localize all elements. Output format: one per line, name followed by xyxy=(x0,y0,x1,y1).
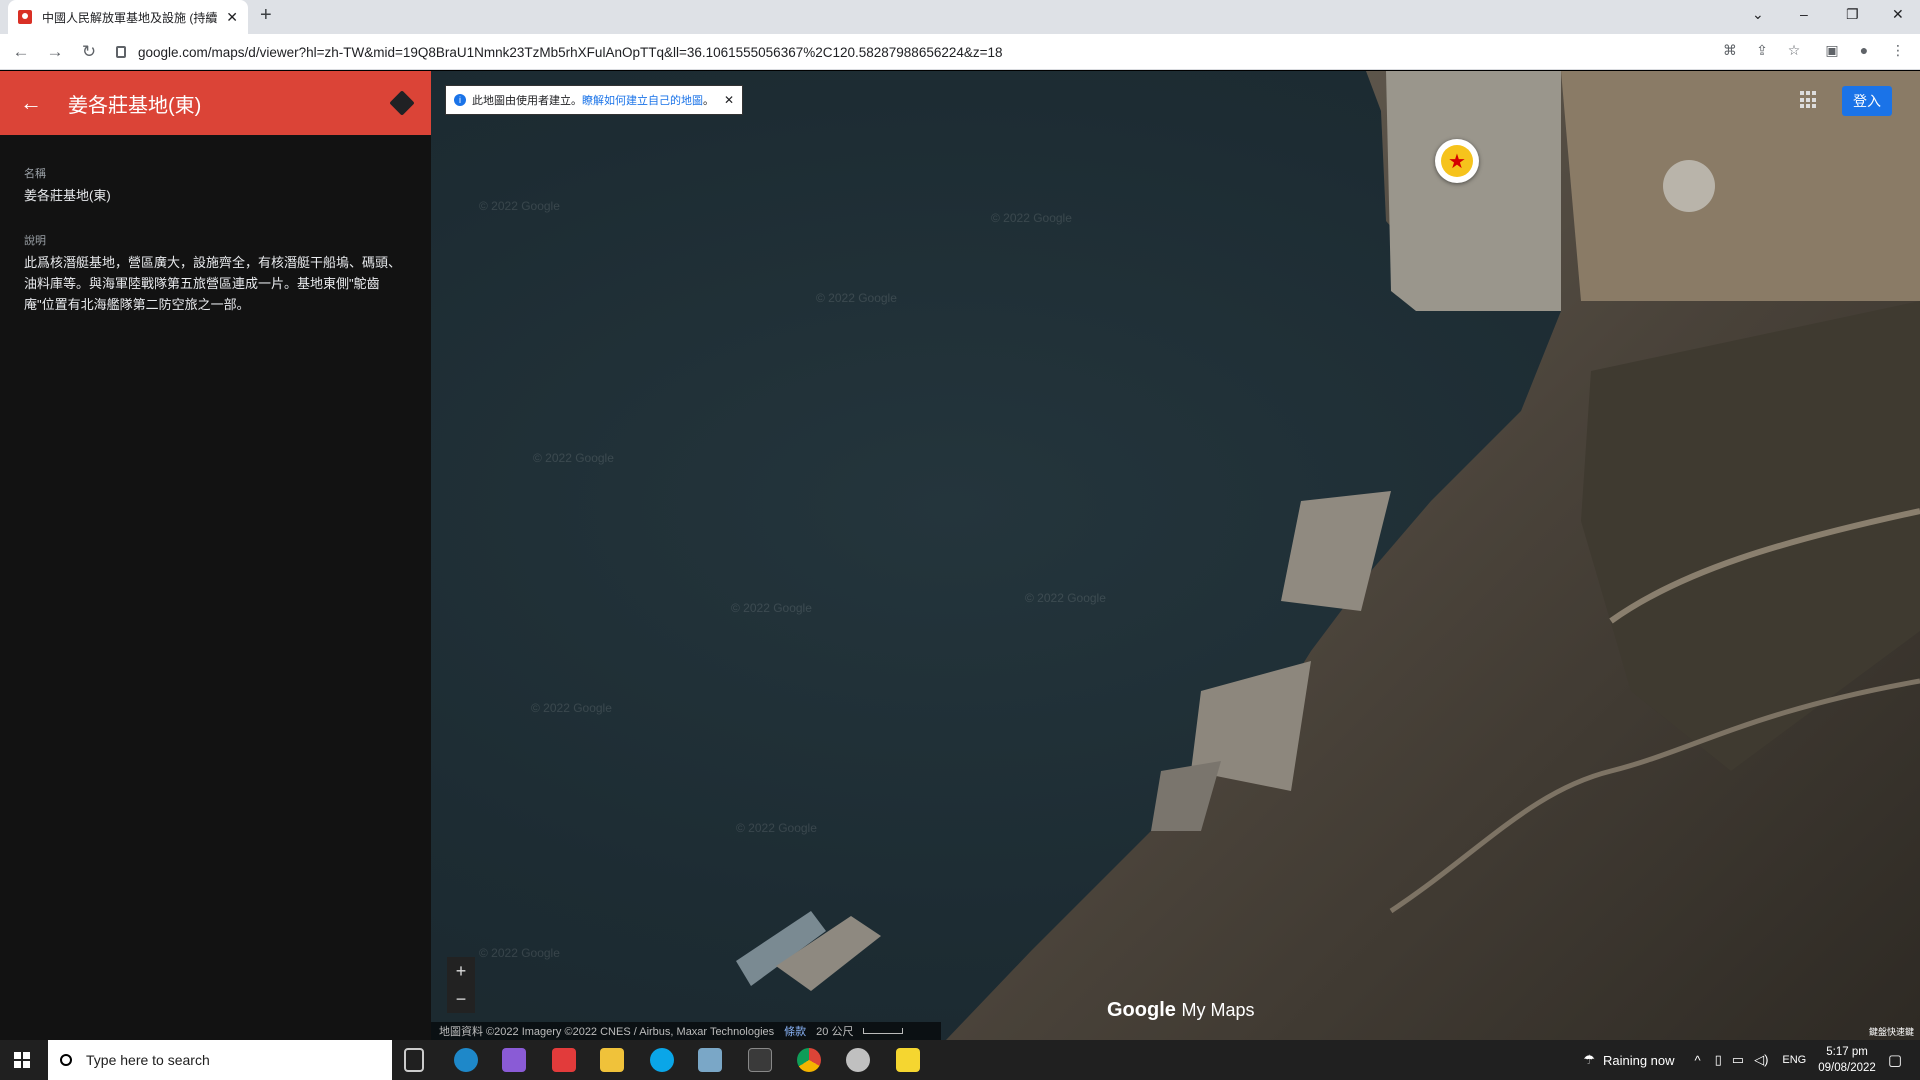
forward-button[interactable]: → xyxy=(42,42,68,62)
back-button[interactable]: ← xyxy=(8,42,34,62)
scale-label[interactable]: 20 公尺 xyxy=(816,1023,853,1039)
snipping-tool-icon[interactable] xyxy=(846,1048,870,1072)
share-icon[interactable]: ⇪ xyxy=(1754,42,1770,58)
zoom-in-button[interactable]: + xyxy=(447,957,475,985)
task-view-icon[interactable] xyxy=(404,1048,424,1072)
show-hidden-icons-icon[interactable]: ^ xyxy=(1695,1053,1701,1068)
google-my-maps-logo: Google My Maps xyxy=(1107,999,1254,1022)
close-notice-icon[interactable]: ✕ xyxy=(724,93,734,107)
reload-button[interactable]: ↻ xyxy=(76,42,102,62)
input-language[interactable]: ENG xyxy=(1782,1054,1806,1066)
maps-favicon-icon xyxy=(18,10,32,24)
close-tab-icon[interactable]: ✕ xyxy=(226,9,238,26)
pla-star-icon: ★ xyxy=(1441,145,1473,177)
system-tray: ☂ Raining now ^ ▯ ▭ ◁) ENG 5:17 pm 09/08… xyxy=(1583,1040,1920,1080)
scale-bar xyxy=(863,1028,904,1034)
name-value: 姜各莊基地(東) xyxy=(24,188,111,203)
chrome-icon[interactable] xyxy=(797,1048,821,1072)
panel-header: ← 姜各莊基地(東) xyxy=(0,71,431,135)
taskbar-search-box[interactable]: Type here to search xyxy=(48,1040,392,1080)
watermark: © 2022 Google xyxy=(1025,591,1106,605)
address-bar[interactable]: google.com/maps/d/viewer?hl=zh-TW&mid=19… xyxy=(108,37,1708,67)
map-marker-pin[interactable]: ★ xyxy=(1435,139,1479,183)
new-tab-button[interactable]: + xyxy=(260,4,272,27)
battery-icon[interactable]: ▯ xyxy=(1715,1052,1722,1068)
watermark: © 2022 Google xyxy=(533,451,614,465)
sidepanel-icon[interactable]: ▣ xyxy=(1824,42,1840,58)
bookmark-star-icon[interactable]: ☆ xyxy=(1786,42,1802,58)
zoom-control: + − xyxy=(447,957,475,1013)
windows-taskbar: Type here to search ☂ Raining now ^ ▯ ▭ … xyxy=(0,1040,1920,1080)
directions-icon[interactable] xyxy=(389,90,415,116)
menu-kebab-icon[interactable]: ⋮ xyxy=(1890,42,1906,58)
browser-toolbar: ← → ↻ google.com/maps/d/viewer?hl=zh-TW&… xyxy=(0,34,1920,70)
volume-icon[interactable]: ◁) xyxy=(1754,1052,1768,1068)
search-icon xyxy=(60,1054,72,1066)
notifications-icon[interactable]: ▢ xyxy=(1888,1051,1902,1069)
search-placeholder: Type here to search xyxy=(86,1052,210,1068)
clock-time: 5:17 pm xyxy=(1826,1046,1868,1058)
keyboard-shortcuts-link[interactable]: 鍵盤快速鍵 xyxy=(1869,1025,1914,1038)
notice-text: 此地圖由使用者建立。 xyxy=(472,95,582,107)
browser-tab[interactable]: 中國人民解放軍基地及設施 (持續 ✕ xyxy=(8,0,248,34)
sign-in-button[interactable]: 登入 xyxy=(1842,86,1892,116)
info-icon: i xyxy=(454,94,466,106)
minimize-button[interactable]: – xyxy=(1800,6,1808,22)
close-window-button[interactable]: ✕ xyxy=(1892,6,1904,23)
weather-text[interactable]: Raining now xyxy=(1603,1053,1675,1068)
attribution-text: 地圖資料 ©2022 Imagery ©2022 CNES / Airbus, … xyxy=(439,1026,775,1038)
learn-create-map-link[interactable]: 瞭解如何建立自己的地圖 xyxy=(582,92,703,108)
translate-icon[interactable]: ⌘ xyxy=(1722,42,1738,58)
user-map-notice: i 此地圖由使用者建立。 瞭解如何建立自己的地圖 。 ✕ xyxy=(445,85,744,115)
edge-icon[interactable] xyxy=(454,1048,478,1072)
feature-info-panel: ← 姜各莊基地(東) 名稱 姜各莊基地(東) 說明 此爲核潛艇基地，營區廣大，設… xyxy=(0,71,431,1040)
file-explorer-icon[interactable] xyxy=(600,1048,624,1072)
start-button[interactable] xyxy=(14,1052,30,1068)
network-icon[interactable]: ▭ xyxy=(1732,1052,1744,1068)
tab-title: 中國人民解放軍基地及設施 (持續 xyxy=(42,10,218,25)
sticky-notes-icon[interactable] xyxy=(896,1048,920,1072)
tab-search-icon[interactable]: ⌄ xyxy=(1752,6,1764,23)
logo-mymaps-text: My Maps xyxy=(1181,1000,1255,1020)
watermark: © 2022 Google xyxy=(479,199,560,213)
notice-text-end: 。 xyxy=(703,95,714,107)
watermark: © 2022 Google xyxy=(731,601,812,615)
weather-icon[interactable]: ☂ xyxy=(1583,1052,1595,1068)
profile-avatar-icon[interactable]: ● xyxy=(1856,42,1872,58)
terminal-icon[interactable] xyxy=(748,1048,772,1072)
app-icon[interactable] xyxy=(698,1048,722,1072)
map-canvas[interactable]: © 2022 Google © 2022 Google © 2022 Googl… xyxy=(431,71,1920,1040)
google-apps-icon[interactable] xyxy=(1800,91,1818,109)
description-value: 此爲核潛艇基地，營區廣大，設施齊全，有核潛艇干船塢、碼頭、油料庫等。與海軍陸戰隊… xyxy=(24,255,402,312)
back-arrow-icon[interactable]: ← xyxy=(20,90,42,116)
clock[interactable]: 5:17 pm 09/08/2022 xyxy=(1818,1044,1876,1076)
watermark: © 2022 Google xyxy=(531,701,612,715)
panel-title: 姜各莊基地(東) xyxy=(68,94,202,117)
description-label: 說明 xyxy=(24,235,46,247)
name-label: 名稱 xyxy=(24,168,46,180)
anydesk-icon[interactable] xyxy=(552,1048,576,1072)
clock-date: 09/08/2022 xyxy=(1818,1062,1876,1074)
map-attribution: 地圖資料 ©2022 Imagery ©2022 CNES / Airbus, … xyxy=(431,1022,941,1040)
lock-icon xyxy=(116,46,126,58)
zoom-out-button[interactable]: − xyxy=(447,985,475,1013)
watermark: © 2022 Google xyxy=(991,211,1072,225)
skype-icon[interactable] xyxy=(650,1048,674,1072)
logo-google-text: Google xyxy=(1107,999,1176,1021)
restore-button[interactable]: ❐ xyxy=(1846,6,1859,23)
satellite-land xyxy=(736,71,1920,1040)
visual-studio-icon[interactable] xyxy=(502,1048,526,1072)
watermark: © 2022 Google xyxy=(736,821,817,835)
terms-link[interactable]: 條款 xyxy=(784,1023,806,1039)
watermark: © 2022 Google xyxy=(479,946,560,960)
tab-strip: 中國人民解放軍基地及設施 (持續 ✕ + ⌄ – ❐ ✕ xyxy=(0,0,1920,34)
watermark: © 2022 Google xyxy=(816,291,897,305)
url-text: google.com/maps/d/viewer?hl=zh-TW&mid=19… xyxy=(138,44,1003,60)
